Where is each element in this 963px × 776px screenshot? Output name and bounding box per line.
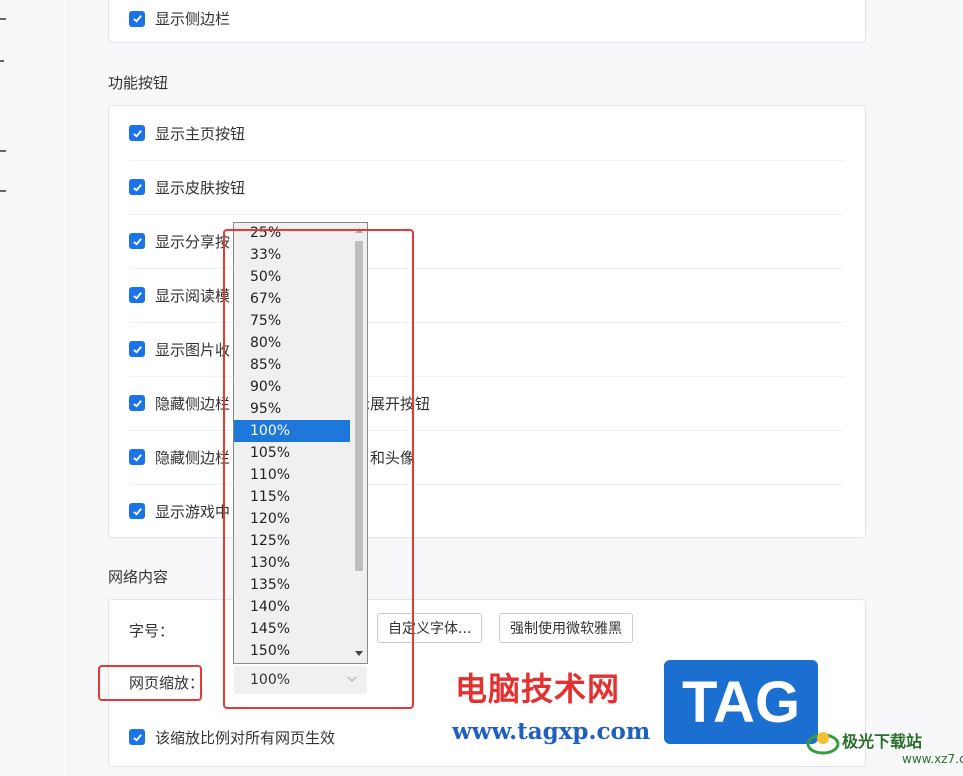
fn-checkbox-6[interactable]	[129, 449, 145, 465]
web-content-title: 网络内容	[108, 568, 169, 586]
fn-row-0[interactable]: 显示主页按钮	[129, 106, 845, 161]
fn-label-4: 显示图片收	[155, 340, 231, 359]
fn-label-6: 隐藏侧边栏	[155, 448, 231, 467]
show-sidebar-row[interactable]: 显示侧边栏	[129, 0, 845, 44]
settings-main: 显示侧边栏 功能按钮 显示主页按钮 显示皮肤按钮 显示分享按 显示阅读模 显示图…	[68, 0, 963, 776]
fn-label-1: 显示皮肤按钮	[155, 178, 246, 197]
fn-checkbox-4[interactable]	[129, 341, 145, 357]
apply-all-checkbox[interactable]	[129, 729, 145, 745]
show-sidebar-label: 显示侧边栏	[155, 10, 231, 28]
watermark-site2-domain: www.xz7.com	[902, 752, 963, 766]
aurora-logo-icon	[806, 732, 840, 755]
nav-fragment	[0, 150, 6, 152]
sidebar-settings-card: 显示侧边栏	[108, 0, 866, 43]
highlight-box-zoom-label	[98, 665, 202, 701]
show-sidebar-checkbox[interactable]	[129, 10, 145, 27]
fn-checkbox-0[interactable]	[129, 125, 145, 141]
fn-checkbox-7[interactable]	[129, 503, 145, 519]
fn-label-3: 显示阅读模	[155, 286, 231, 305]
fn-label-2: 显示分享按	[155, 232, 231, 251]
nav-fragment	[0, 60, 4, 62]
function-buttons-card: 显示主页按钮 显示皮肤按钮 显示分享按 显示阅读模 显示图片收 隐藏侧边栏 示展…	[108, 105, 866, 538]
fn-checkbox-2[interactable]	[129, 233, 145, 249]
nav-fragment	[0, 18, 6, 20]
font-size-label: 字号：	[129, 622, 175, 640]
highlight-box-dropdown	[223, 229, 414, 709]
watermark-site2: 极光下载站	[842, 732, 923, 751]
fn-checkbox-1[interactable]	[129, 179, 145, 195]
watermark-tag-logo: TAG	[664, 660, 818, 744]
function-buttons-title: 功能按钮	[108, 74, 169, 92]
watermark-url: www.tagxp.com	[452, 718, 651, 745]
nav-fragment	[0, 190, 6, 192]
fn-label-0: 显示主页按钮	[155, 124, 246, 143]
fn-label-7: 显示游戏中	[155, 502, 231, 521]
watermark-site-cn: 电脑技术网	[455, 670, 621, 708]
apply-all-label: 该缩放比例对所有网页生效	[155, 728, 336, 747]
force-yahei-button[interactable]: 强制使用微软雅黑	[499, 613, 633, 643]
fn-label-5: 隐藏侧边栏	[155, 394, 231, 413]
fn-row-1[interactable]: 显示皮肤按钮	[129, 160, 845, 215]
left-nav-strip	[0, 0, 69, 776]
fn-checkbox-5[interactable]	[129, 395, 145, 411]
fn-checkbox-3[interactable]	[129, 287, 145, 303]
